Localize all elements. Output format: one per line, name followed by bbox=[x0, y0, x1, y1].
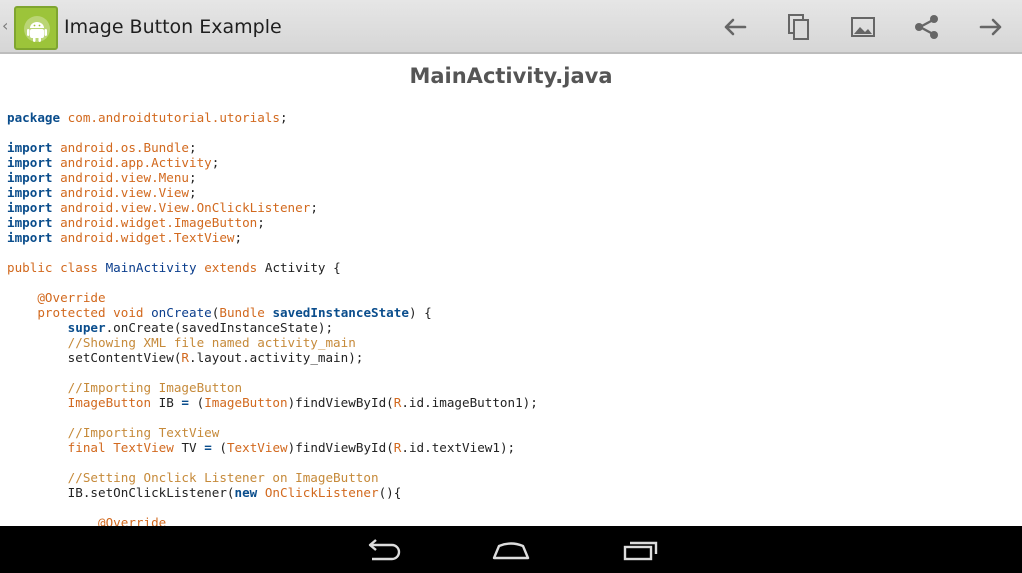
code-punct: ; bbox=[189, 170, 197, 185]
code-keyword: import bbox=[7, 200, 53, 215]
code-annotation: @Override bbox=[37, 290, 106, 305]
code-comment: //Importing ImageButton bbox=[67, 380, 243, 395]
code-keyword: import bbox=[7, 155, 53, 170]
code-punct: ; bbox=[189, 185, 197, 200]
code-keyword: import bbox=[7, 185, 53, 200]
code-type: ImageButton bbox=[67, 395, 152, 410]
app-title: Image Button Example bbox=[64, 16, 282, 38]
app-android-icon[interactable] bbox=[14, 6, 58, 50]
code-punct: ) { bbox=[408, 305, 432, 320]
code-keyword: import bbox=[7, 140, 53, 155]
code-annotation: @Override bbox=[98, 515, 167, 526]
share-icon[interactable] bbox=[911, 11, 943, 43]
code-punct: (){ bbox=[378, 485, 402, 500]
code-keyword: import bbox=[7, 230, 53, 245]
code-text: )findViewById( bbox=[287, 395, 394, 410]
code-import: android.app.Activity bbox=[60, 155, 212, 170]
code-text: .id.textView1); bbox=[401, 440, 516, 455]
forward-arrow-icon[interactable] bbox=[975, 11, 1007, 43]
code-param: savedInstanceState bbox=[272, 305, 409, 320]
code-keyword: new bbox=[234, 485, 258, 500]
picture-icon[interactable] bbox=[847, 11, 879, 43]
code-viewer[interactable]: MainActivity.java package com.androidtut… bbox=[0, 56, 1022, 526]
code-import: android.widget.ImageButton bbox=[60, 215, 258, 230]
code-class-name: MainActivity bbox=[105, 260, 197, 275]
back-arrow-icon[interactable] bbox=[719, 11, 751, 43]
code-type: TextView bbox=[226, 440, 288, 455]
code-operator: = bbox=[181, 395, 190, 410]
system-nav-bar bbox=[0, 526, 1022, 573]
code-punct: ; bbox=[234, 230, 243, 245]
code-punct: ; bbox=[279, 110, 288, 125]
code-method-name: onCreate bbox=[151, 305, 212, 320]
home-nav-icon[interactable] bbox=[490, 536, 532, 564]
code-punct: ( bbox=[189, 395, 205, 410]
code-import: android.view.View.OnClickListener bbox=[60, 200, 311, 215]
code-text: IB.setOnClickListener( bbox=[67, 485, 235, 500]
code-text: .id.imageButton1); bbox=[401, 395, 538, 410]
code-import: android.view.View bbox=[60, 185, 189, 200]
code-punct: ; bbox=[189, 140, 197, 155]
code-text: )findViewById( bbox=[287, 440, 394, 455]
action-bar: ‹ Image Button Example bbox=[0, 0, 1022, 54]
code-keyword: import bbox=[7, 170, 53, 185]
code-text: setContentView( bbox=[67, 350, 182, 365]
code-keyword: import bbox=[7, 215, 53, 230]
code-punct: ( bbox=[211, 440, 227, 455]
code-punct: ; bbox=[211, 155, 220, 170]
code-type: R bbox=[181, 350, 189, 365]
code-text: .layout.activity_main); bbox=[189, 350, 364, 365]
code-import: android.widget.TextView bbox=[60, 230, 235, 245]
back-nav-icon[interactable] bbox=[362, 536, 404, 564]
code-text: Activity { bbox=[264, 260, 341, 275]
code-comment: //Showing XML file named activity_main bbox=[67, 335, 356, 350]
file-title: MainActivity.java bbox=[409, 64, 613, 88]
code-type: Bundle bbox=[219, 305, 265, 320]
code-package: com.androidtutorial.utorials bbox=[67, 110, 280, 125]
code-import: android.view.Menu bbox=[60, 170, 189, 185]
code-comment: //Setting Onclick Listener on ImageButto… bbox=[67, 470, 379, 485]
code-keyword: public class bbox=[7, 260, 98, 275]
code-keyword: protected void bbox=[37, 305, 144, 320]
code-type: ImageButton bbox=[204, 395, 288, 410]
code-type: TextView bbox=[113, 440, 174, 455]
code-keyword: super bbox=[67, 320, 106, 335]
code-keyword: extends bbox=[204, 260, 258, 275]
code-keyword: final bbox=[67, 440, 106, 455]
copy-icon[interactable] bbox=[783, 11, 815, 43]
code-text: .onCreate(savedInstanceState); bbox=[105, 320, 334, 335]
code-block: package com.androidtutorial.utorials; im… bbox=[7, 110, 538, 526]
code-text: TV bbox=[173, 440, 205, 455]
code-type: OnClickListener bbox=[264, 485, 379, 500]
up-caret-icon[interactable]: ‹ bbox=[2, 18, 8, 34]
code-comment: //Importing TextView bbox=[67, 425, 220, 440]
code-punct: ; bbox=[310, 200, 318, 215]
recent-apps-icon[interactable] bbox=[619, 536, 661, 564]
code-text: IB bbox=[151, 395, 182, 410]
code-import: android.os.Bundle bbox=[60, 140, 189, 155]
code-operator: = bbox=[204, 440, 212, 455]
code-punct: ; bbox=[257, 215, 265, 230]
code-keyword: package bbox=[7, 110, 61, 125]
